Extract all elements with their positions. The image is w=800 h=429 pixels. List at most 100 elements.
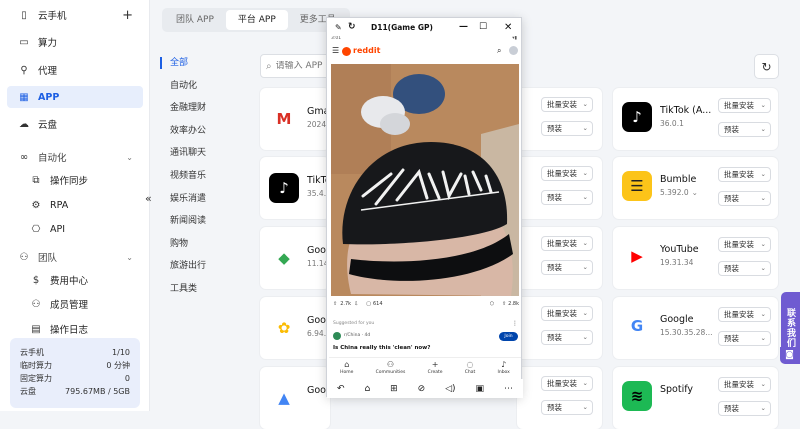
close-icon[interactable]: ✕ xyxy=(504,22,512,33)
preinstall-button[interactable]: 预装 ⌄ xyxy=(718,191,771,206)
app-card[interactable]: MGmail2024 xyxy=(260,88,330,150)
community-name[interactable]: r/China · 4d xyxy=(344,333,370,338)
app-card[interactable]: G Google 15.30.35.28... 批量安装 ⌄ 预装 ⌄ xyxy=(613,297,778,359)
search-input[interactable] xyxy=(275,61,324,71)
search-box[interactable]: ⌕ xyxy=(260,54,335,78)
search-icon[interactable]: ⌕ xyxy=(497,46,501,56)
sidebar-item-team-2[interactable]: ▤ 操作日志 xyxy=(7,318,143,340)
batch-install-button[interactable]: 批量安装 ⌄ xyxy=(541,236,593,251)
category-item[interactable]: 新闻阅读 xyxy=(160,210,245,233)
category-item[interactable]: 通讯聊天 xyxy=(160,142,245,165)
app-card[interactable]: 批量安装 ⌄ 预装 ⌄ xyxy=(517,227,602,289)
refresh-button[interactable]: ↻ xyxy=(754,54,779,79)
category-item[interactable]: 购物 xyxy=(160,233,245,256)
category-item[interactable]: 工具类 xyxy=(160,278,245,301)
category-item[interactable]: 娱乐消遣 xyxy=(160,188,245,211)
sidebar-item-云盘[interactable]: ☁ 云盘 xyxy=(7,113,143,135)
post-title[interactable]: Is China really this 'clean' now? xyxy=(333,345,430,351)
volume-icon[interactable]: ◁) xyxy=(445,384,455,394)
category-item[interactable]: 金融理财 xyxy=(160,97,245,120)
batch-install-button[interactable]: 批量安装 ⌄ xyxy=(718,377,771,392)
reddit-nav-communities[interactable]: ⚇ Communities xyxy=(376,358,406,379)
batch-install-button[interactable]: 批量安装 ⌄ xyxy=(541,166,593,181)
screenshot-icon[interactable]: ▣ xyxy=(476,384,485,394)
add-phone-icon[interactable]: + xyxy=(122,8,133,23)
post-image[interactable] xyxy=(331,64,519,296)
category-item[interactable]: 全部 xyxy=(160,52,245,75)
maximize-icon[interactable]: ☐ xyxy=(479,22,487,32)
minimize-icon[interactable]: — xyxy=(459,22,468,32)
comment-icon[interactable]: ▢ xyxy=(366,301,371,307)
sidebar-item-代理[interactable]: ⚲ 代理 xyxy=(7,59,143,81)
more-options-icon[interactable]: ⋮ xyxy=(512,320,518,327)
sidebar-item-team-0[interactable]: $ 费用中心 xyxy=(7,269,143,291)
app-card[interactable]: ♪ TikTok (A... 36.0.1 批量安装 ⌄ 预装 ⌄ xyxy=(613,88,778,150)
downvote-icon[interactable]: ⇩ xyxy=(354,301,358,307)
award-icon[interactable]: ⬡ xyxy=(490,301,494,307)
collapse-sidebar-icon[interactable]: « xyxy=(145,192,152,205)
pin-icon[interactable]: ✎ xyxy=(335,23,342,32)
tab-platform-app[interactable]: 平台 APP xyxy=(225,10,288,30)
batch-install-button[interactable]: 批量安装 ⌄ xyxy=(541,376,593,391)
phone-window-titlebar[interactable]: ✎ ↻ D11(Game GP) — ☐ ✕ xyxy=(327,18,523,36)
category-item[interactable]: 自动化 xyxy=(160,75,245,98)
reddit-nav-inbox[interactable]: ♪ Inbox xyxy=(498,358,510,379)
preinstall-button[interactable]: 预装 ⌄ xyxy=(541,330,593,345)
sidebar-item-算力[interactable]: ▭ 算力 xyxy=(7,31,143,53)
sidebar-group-team[interactable]: ⚇ 团队 ⌄ xyxy=(7,246,143,268)
preinstall-button[interactable]: 预装 ⌄ xyxy=(718,401,771,416)
app-card[interactable]: 批量安装 ⌄ 预装 ⌄ xyxy=(517,88,602,150)
app-card[interactable]: ▶ YouTube 19.31.34 批量安装 ⌄ 预装 ⌄ xyxy=(613,227,778,289)
tab-team-app[interactable]: 团队 APP xyxy=(164,10,226,30)
apps-icon[interactable]: ⊞ xyxy=(390,384,398,394)
app-card[interactable]: ✿Google Photos6.94. xyxy=(260,297,330,359)
more-icon[interactable]: ⋯ xyxy=(504,384,513,394)
preinstall-button[interactable]: 预装 ⌄ xyxy=(541,260,593,275)
preinstall-button[interactable]: 预装 ⌄ xyxy=(541,400,593,415)
app-card[interactable]: 批量安装 ⌄ 预装 ⌄ xyxy=(517,157,602,219)
chat-icon[interactable]: ◙ xyxy=(780,347,799,364)
app-card[interactable]: ♪TikTok35.4. xyxy=(260,157,330,219)
mute-icon[interactable]: ⊘ xyxy=(418,384,426,394)
share-icon[interactable]: ⇪ xyxy=(502,301,506,307)
app-card[interactable]: ▲Google Ads xyxy=(260,367,330,429)
chevron-down-icon[interactable]: ⌄ xyxy=(692,188,698,197)
upvote-icon[interactable]: ⇧ xyxy=(333,301,337,307)
preinstall-button[interactable]: 预装 ⌄ xyxy=(541,121,593,136)
sidebar-item-auto-1[interactable]: ⚙ RPA xyxy=(7,194,143,216)
reddit-nav-create[interactable]: + Create xyxy=(428,358,443,379)
menu-icon[interactable]: ☰ xyxy=(332,46,339,55)
app-card[interactable]: ≋ Spotify 批量安装 ⌄ 预装 ⌄ xyxy=(613,367,778,429)
sidebar-item-team-1[interactable]: ⚇ 成员管理 xyxy=(7,293,143,315)
app-card[interactable]: 批量安装 ⌄ 预装 ⌄ xyxy=(517,367,602,429)
stat-value: 795.67MB / 5GB xyxy=(65,387,130,396)
preinstall-button[interactable]: 预装 ⌄ xyxy=(718,331,771,346)
preinstall-button[interactable]: 预装 ⌄ xyxy=(541,190,593,205)
batch-install-button[interactable]: 批量安装 ⌄ xyxy=(718,167,771,182)
preinstall-button[interactable]: 预装 ⌄ xyxy=(718,261,771,276)
reddit-nav-home[interactable]: ⌂ Home xyxy=(340,358,353,379)
category-item[interactable]: 视频音乐 xyxy=(160,165,245,188)
app-card[interactable]: ◆Google Maps11.140 xyxy=(260,227,330,289)
sidebar-group-automation[interactable]: ∞ 自动化 ⌄ xyxy=(7,146,143,168)
category-item[interactable]: 旅游出行 xyxy=(160,255,245,278)
reload-icon[interactable]: ↻ xyxy=(348,22,356,32)
avatar[interactable] xyxy=(509,46,518,55)
preinstall-button[interactable]: 预装 ⌄ xyxy=(718,122,771,137)
home-icon[interactable]: ⌂ xyxy=(364,384,370,394)
batch-install-button[interactable]: 批量安装 ⌄ xyxy=(718,307,771,322)
sidebar-item-auto-2[interactable]: ⎔ API xyxy=(7,218,143,240)
batch-install-button[interactable]: 批量安装 ⌄ xyxy=(718,98,771,113)
back-icon[interactable]: ↶ xyxy=(337,384,345,394)
sidebar-item-auto-0[interactable]: ⧉ 操作同步 xyxy=(7,169,143,191)
batch-install-button[interactable]: 批量安装 ⌄ xyxy=(541,97,593,112)
phone-screen[interactable]: 3:01 ▾▮ ☰ reddit ⌕ ⇧ 2.7k ⇩ ▢ 614 ⬡ ⇪ 2.… xyxy=(329,36,521,379)
join-button[interactable]: Join xyxy=(499,332,518,341)
sidebar-item-app[interactable]: ▦ APP xyxy=(7,86,143,108)
batch-install-button[interactable]: 批量安装 ⌄ xyxy=(541,306,593,321)
category-item[interactable]: 效率办公 xyxy=(160,120,245,143)
reddit-nav-chat[interactable]: ◌ Chat xyxy=(465,358,476,379)
batch-install-button[interactable]: 批量安装 ⌄ xyxy=(718,237,771,252)
app-card[interactable]: ☰ Bumble 5.392.0 ⌄ 批量安装 ⌄ 预装 ⌄ xyxy=(613,157,778,219)
app-card[interactable]: 批量安装 ⌄ 预装 ⌄ xyxy=(517,297,602,359)
